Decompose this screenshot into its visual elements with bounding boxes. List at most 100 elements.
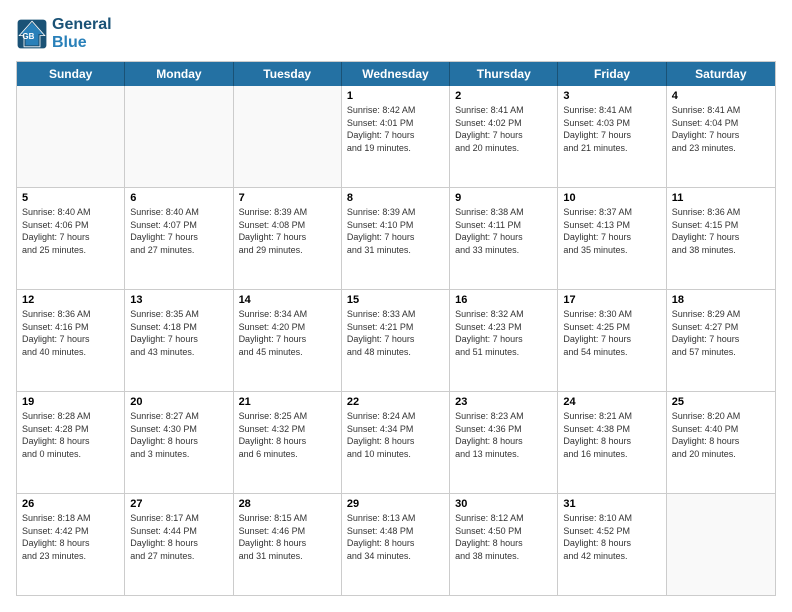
cell-line: Sunset: 4:07 PM [130, 219, 227, 232]
cell-line: Sunset: 4:15 PM [672, 219, 770, 232]
day-number: 5 [22, 192, 119, 204]
cell-line: Sunset: 4:36 PM [455, 423, 552, 436]
calendar-cell [17, 86, 125, 187]
cell-line: Sunrise: 8:40 AM [22, 206, 119, 219]
cell-line: Daylight: 7 hours [563, 129, 660, 142]
cell-line: Daylight: 7 hours [455, 231, 552, 244]
calendar-cell: 29Sunrise: 8:13 AMSunset: 4:48 PMDayligh… [342, 494, 450, 595]
cell-line: and 21 minutes. [563, 142, 660, 155]
day-number: 15 [347, 294, 444, 306]
cell-line: and 38 minutes. [672, 244, 770, 257]
day-number: 6 [130, 192, 227, 204]
cell-line: and 48 minutes. [347, 346, 444, 359]
cell-line: and 54 minutes. [563, 346, 660, 359]
cell-line: Daylight: 7 hours [22, 333, 119, 346]
cell-line: and 0 minutes. [22, 448, 119, 461]
cell-line: Sunrise: 8:41 AM [455, 104, 552, 117]
day-number: 17 [563, 294, 660, 306]
cell-line: Daylight: 7 hours [130, 333, 227, 346]
cell-line: Daylight: 8 hours [455, 435, 552, 448]
cell-line: Sunset: 4:03 PM [563, 117, 660, 130]
cell-line: Sunset: 4:02 PM [455, 117, 552, 130]
cell-line: Sunrise: 8:29 AM [672, 308, 770, 321]
cell-line: Sunrise: 8:40 AM [130, 206, 227, 219]
cell-line: Sunset: 4:40 PM [672, 423, 770, 436]
cell-line: Sunset: 4:46 PM [239, 525, 336, 538]
calendar-cell [667, 494, 775, 595]
cell-line: Sunset: 4:08 PM [239, 219, 336, 232]
calendar-cell [234, 86, 342, 187]
weekday-header: Monday [125, 62, 233, 86]
calendar-cell [125, 86, 233, 187]
calendar-cell: 10Sunrise: 8:37 AMSunset: 4:13 PMDayligh… [558, 188, 666, 289]
cell-line: Daylight: 7 hours [563, 231, 660, 244]
cell-line: Sunset: 4:38 PM [563, 423, 660, 436]
cell-line: Sunrise: 8:24 AM [347, 410, 444, 423]
calendar-cell: 8Sunrise: 8:39 AMSunset: 4:10 PMDaylight… [342, 188, 450, 289]
calendar-cell: 6Sunrise: 8:40 AMSunset: 4:07 PMDaylight… [125, 188, 233, 289]
cell-line: Daylight: 8 hours [563, 435, 660, 448]
cell-line: and 38 minutes. [455, 550, 552, 563]
cell-line: Sunset: 4:32 PM [239, 423, 336, 436]
calendar-cell: 17Sunrise: 8:30 AMSunset: 4:25 PMDayligh… [558, 290, 666, 391]
calendar-cell: 25 Sunrise: 8:20 AMSunset: 4:40 PMDayligh… [667, 392, 775, 493]
logo: GB General Blue [16, 16, 112, 51]
day-number: 29 [347, 498, 444, 510]
cell-line: Daylight: 7 hours [239, 231, 336, 244]
cell-line: Sunset: 4:42 PM [22, 525, 119, 538]
day-number: 25 [672, 396, 770, 408]
cell-line: Sunset: 4:27 PM [672, 321, 770, 334]
calendar-cell: 28Sunrise: 8:15 AMSunset: 4:46 PMDayligh… [234, 494, 342, 595]
cell-line: Daylight: 8 hours [239, 537, 336, 550]
cell-line: Sunrise: 8:33 AM [347, 308, 444, 321]
cell-line: Sunset: 4:23 PM [455, 321, 552, 334]
weekday-header: Tuesday [234, 62, 342, 86]
cell-line: Daylight: 7 hours [347, 231, 444, 244]
calendar-week-row: 26 Sunrise: 8:18 AMSunset: 4:42 PM Dayligh… [17, 494, 775, 595]
cell-line: and 45 minutes. [239, 346, 336, 359]
svg-text:GB: GB [22, 31, 34, 40]
calendar-cell: 18 Sunrise: 8:29 AMSunset: 4:27 PMDayligh… [667, 290, 775, 391]
cell-line: Sunrise: 8:34 AM [239, 308, 336, 321]
cell-line: Daylight: 8 hours [130, 435, 227, 448]
calendar-cell: 24Sunrise: 8:21 AMSunset: 4:38 PMDayligh… [558, 392, 666, 493]
cell-line: Daylight: 7 hours [672, 333, 770, 346]
day-number: 30 [455, 498, 552, 510]
day-number: 13 [130, 294, 227, 306]
cell-line: and 27 minutes. [130, 244, 227, 257]
day-number: 3 [563, 90, 660, 102]
cell-line: Sunrise: 8:42 AM [347, 104, 444, 117]
cell-line: Daylight: 8 hours [22, 435, 119, 448]
cell-line: Sunset: 4:34 PM [347, 423, 444, 436]
calendar-cell: 23Sunrise: 8:23 AMSunset: 4:36 PMDayligh… [450, 392, 558, 493]
cell-line: and 16 minutes. [563, 448, 660, 461]
weekday-header: Wednesday [342, 62, 450, 86]
cell-line: Sunrise: 8:20 AM [672, 410, 770, 423]
day-number: 26 [22, 498, 119, 510]
calendar-week-row: 5Sunrise: 8:40 AMSunset: 4:06 PMDaylight… [17, 188, 775, 290]
cell-line: Daylight: 8 hours [672, 435, 770, 448]
cell-line: Sunrise: 8:12 AM [455, 512, 552, 525]
cell-line: Sunset: 4:18 PM [130, 321, 227, 334]
calendar-header: SundayMondayTuesdayWednesdayThursdayFrid… [17, 62, 775, 86]
cell-line: Daylight: 7 hours [347, 129, 444, 142]
weekday-header: Thursday [450, 62, 558, 86]
day-number: 23 [455, 396, 552, 408]
cell-line: Sunset: 4:44 PM [130, 525, 227, 538]
cell-line: Sunset: 4:25 PM [563, 321, 660, 334]
cell-line: Sunrise: 8:28 AM [22, 410, 119, 423]
cell-line: Sunrise: 8:17 AM [130, 512, 227, 525]
cell-line: Sunset: 4:06 PM [22, 219, 119, 232]
calendar-week-row: 19Sunrise: 8:28 AMSunset: 4:28 PMDayligh… [17, 392, 775, 494]
cell-line: Sunset: 4:11 PM [455, 219, 552, 232]
day-number: 9 [455, 192, 552, 204]
calendar-cell: 19Sunrise: 8:28 AMSunset: 4:28 PMDayligh… [17, 392, 125, 493]
cell-line: Sunrise: 8:21 AM [563, 410, 660, 423]
cell-line: Sunrise: 8:18 AM [22, 512, 119, 525]
day-number: 21 [239, 396, 336, 408]
cell-line: and 19 minutes. [347, 142, 444, 155]
cell-line: Daylight: 8 hours [455, 537, 552, 550]
cell-line: Sunrise: 8:39 AM [239, 206, 336, 219]
cell-line: Sunrise: 8:10 AM [563, 512, 660, 525]
day-number: 18 [672, 294, 770, 306]
